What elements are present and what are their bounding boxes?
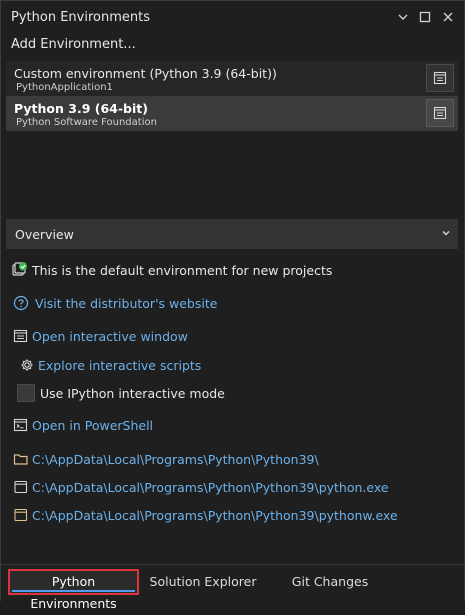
executable-icon: [14, 480, 28, 494]
environment-name: Python 3.9 (64-bit): [14, 101, 148, 116]
interactive-window-icon: [13, 329, 28, 343]
open-interactive-window-button[interactable]: [426, 99, 454, 127]
environment-name: Custom environment (Python 3.9 (64-bit)): [14, 66, 277, 81]
path-pythonw-exe-text: C:\AppData\Local\Programs\Python\Python3…: [32, 508, 398, 523]
folder-icon: [13, 454, 28, 465]
open-in-powershell-text: Open in PowerShell: [32, 418, 154, 433]
bottom-tab-bar: Python Environments Solution Explorer Gi…: [1, 564, 464, 611]
executable-window-icon: [14, 508, 28, 522]
tab-git-changes[interactable]: Git Changes: [285, 569, 375, 595]
gear-icon: [21, 359, 33, 371]
powershell-icon: [13, 418, 28, 432]
environment-subtitle: PythonApplication1: [16, 82, 113, 93]
help-icon: [13, 295, 29, 311]
title-bar: Python Environments: [1, 1, 464, 32]
explore-interactive-scripts-text: Explore interactive scripts: [38, 358, 202, 373]
environment-item-custom[interactable]: Custom environment (Python 3.9 (64-bit))…: [6, 61, 458, 96]
open-interactive-window-button[interactable]: [426, 64, 454, 92]
ipython-mode-checkbox[interactable]: [17, 384, 35, 402]
python-environments-window: Python Environments Add Environment... C…: [0, 0, 465, 611]
path-folder-text: C:\AppData\Local\Programs\Python\Python3…: [32, 452, 319, 467]
open-interactive-window-text: Open interactive window: [32, 329, 188, 344]
tab-python-environments[interactable]: Python Environments: [8, 569, 139, 611]
default-environment-text: This is the default environment for new …: [32, 263, 333, 278]
add-environment-button[interactable]: Add Environment...: [11, 37, 136, 52]
close-icon[interactable]: [438, 7, 458, 27]
ipython-mode-label: Use IPython interactive mode: [40, 386, 225, 401]
default-environment-icon: [12, 262, 27, 276]
distributor-website-text: Visit the distributor's website: [35, 296, 218, 311]
overview-label: Overview: [15, 227, 74, 242]
window-title: Python Environments: [11, 10, 150, 25]
tab-solution-explorer[interactable]: Solution Explorer: [147, 569, 259, 595]
chevron-down-icon: [442, 231, 450, 236]
path-python-exe-text: C:\AppData\Local\Programs\Python\Python3…: [32, 480, 389, 495]
overview-dropdown[interactable]: Overview: [6, 219, 458, 249]
environment-item-python39[interactable]: Python 3.9 (64-bit) Python Software Foun…: [6, 96, 458, 131]
environment-subtitle: Python Software Foundation: [16, 117, 157, 128]
interactive-window-icon: [433, 106, 447, 120]
maximize-icon[interactable]: [415, 7, 435, 27]
dropdown-arrow-icon[interactable]: [393, 7, 413, 27]
interactive-window-icon: [433, 71, 447, 85]
